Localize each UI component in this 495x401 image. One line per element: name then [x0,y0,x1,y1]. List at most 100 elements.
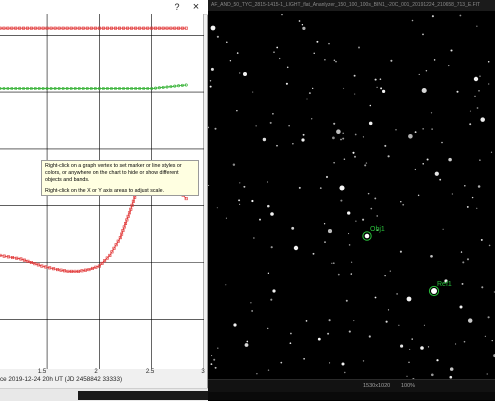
star-field-image[interactable]: Obj1 Ref1 [208,11,495,379]
star [434,171,439,176]
star [308,92,311,95]
star [399,250,402,253]
star [324,59,326,61]
star [339,185,345,191]
star [319,187,322,189]
star [362,136,364,138]
light-curve-chart[interactable]: Right-click on a graph vertex to set mar… [0,14,204,369]
star [210,363,213,365]
star [451,193,454,195]
star [276,144,278,147]
star [374,197,377,200]
star [250,302,252,304]
star [478,90,480,92]
help-button[interactable]: ? [170,0,184,14]
star [298,186,301,189]
image-window-titlebar[interactable]: AF_AND_50_TYC_2815-1415-1_LIGHT_flat_Ana… [208,0,495,11]
star [387,155,390,158]
star [280,361,283,364]
star [364,164,367,167]
star [385,320,388,323]
star [409,348,411,350]
star [369,104,372,107]
star [327,332,330,335]
star [423,324,425,326]
star [384,274,386,277]
bright-star [210,25,216,31]
bright-star [420,346,424,350]
star [236,52,239,54]
star [396,293,398,295]
star [350,273,353,275]
star [324,241,326,243]
tooltip-line-2: Right-click on the X or Y axis areas to … [45,188,165,194]
star [259,218,261,221]
star [368,335,371,338]
plot-status-text: ce 2019-12-24 20h UT (JD 2458842 33333) [0,376,123,383]
star [302,133,305,136]
star [374,296,377,299]
star [210,67,214,71]
star [480,117,485,122]
plot-window-titlebar[interactable]: ? × [0,0,208,15]
star [414,131,417,134]
star [389,270,391,272]
star [368,121,373,126]
star [422,128,424,130]
star [251,310,253,312]
star [281,14,283,16]
star [243,185,246,188]
star [461,282,464,285]
star [486,373,488,375]
close-button[interactable]: × [188,0,204,14]
star [414,168,416,171]
star [439,178,442,181]
star [313,52,315,54]
star [301,24,304,26]
star [340,138,342,141]
star [345,299,348,302]
star [262,137,267,142]
bright-star [243,72,247,76]
star [417,194,420,197]
star [289,342,292,345]
bright-star [341,362,345,366]
star [422,163,424,165]
star [214,366,217,369]
star [267,204,270,208]
star [344,371,346,374]
star [239,72,241,74]
star [303,358,305,360]
star [376,215,378,217]
star [362,218,365,221]
star [382,89,386,93]
star [487,316,490,319]
zoom-level: 100% [401,383,416,389]
star [286,66,289,69]
star [327,229,333,234]
star [213,358,216,361]
star [217,347,219,349]
star [208,126,210,129]
star [400,344,404,348]
star [350,261,353,263]
star [312,87,314,90]
star [272,112,274,115]
star [291,226,295,230]
bright-star [233,323,237,327]
star [487,61,490,63]
star [354,133,357,136]
star [354,155,356,158]
star [209,85,212,88]
bright-star [473,76,479,82]
bright-star [272,289,276,293]
star [211,355,213,357]
star [289,332,292,335]
star [216,35,219,38]
star [225,217,227,219]
star [328,319,331,322]
star [460,251,463,253]
star [239,203,241,205]
star [209,80,212,82]
star [273,51,275,53]
